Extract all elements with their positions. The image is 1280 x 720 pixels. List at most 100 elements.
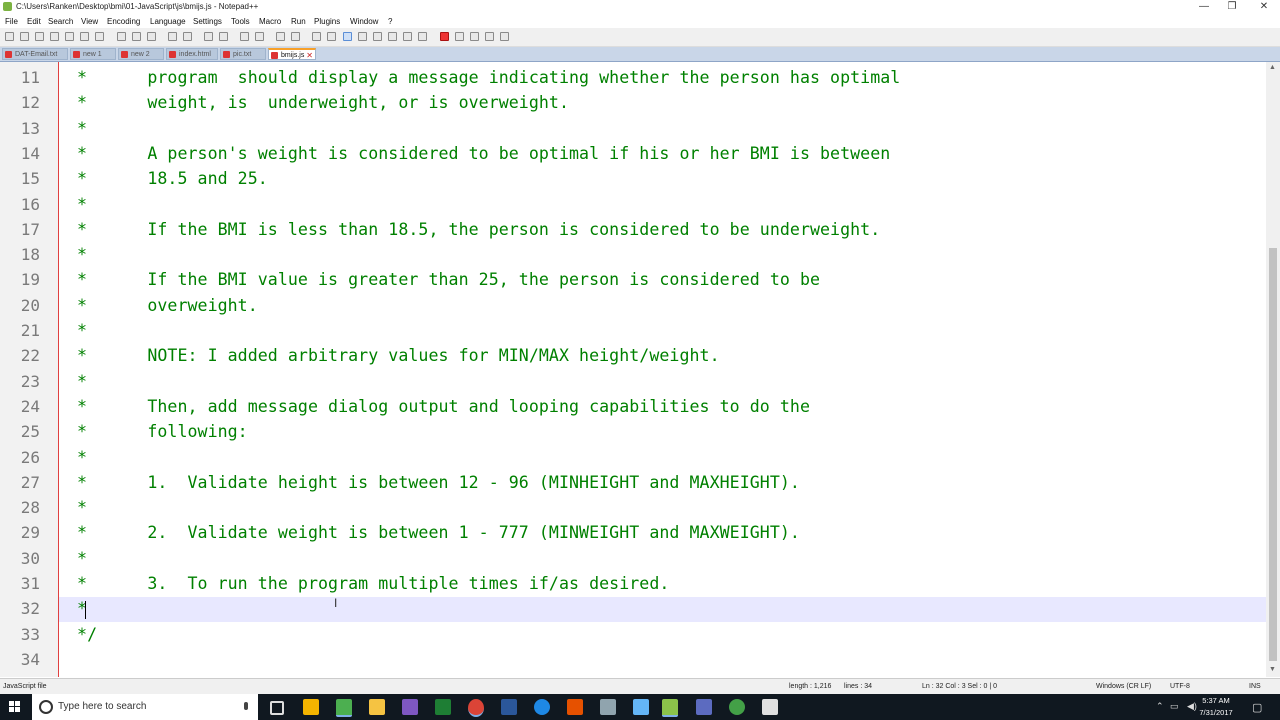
paste-icon[interactable] [147,32,156,41]
vertical-scrollbar[interactable]: ▲ ▼ [1266,62,1280,677]
code-line[interactable]: * weight, is underweight, or is overweig… [67,90,569,115]
menu-settings[interactable]: Settings [193,17,222,26]
code-line[interactable]: * [67,445,87,470]
redo-icon[interactable] [183,32,192,41]
save-macro-icon[interactable] [500,32,509,41]
code-line[interactable]: * 1. Validate height is between 12 - 96 … [67,470,800,495]
window-app-icon[interactable] [762,699,778,715]
code-line[interactable]: * [67,318,87,343]
code-line[interactable]: * Then, add message dialog output and lo… [67,394,810,419]
microphone-icon[interactable] [244,702,248,710]
taskbar-search-box[interactable]: Type here to search [32,694,258,720]
menu-macro[interactable]: Macro [259,17,281,26]
menu-encoding[interactable]: Encoding [107,17,140,26]
tray-chevron-icon[interactable]: ⌃ [1156,701,1164,712]
show-all-chars-icon[interactable] [327,32,336,41]
taskbar-clock[interactable]: 5:37 AM 7/31/2017 [1196,695,1236,719]
chrome-icon[interactable] [468,699,484,717]
code-editor[interactable]: 11 * program should display a message in… [0,62,1280,677]
file-explorer-icon[interactable] [369,699,385,715]
code-line[interactable]: * program should display a message indic… [67,65,900,90]
code-line[interactable]: * [67,192,87,217]
open-file-icon[interactable] [20,32,29,41]
close-tab-icon[interactable]: ✕ [306,50,313,59]
tab-dat-email[interactable]: DAT-Email.txt [2,48,68,60]
close-all-icon[interactable] [80,32,89,41]
menu-view[interactable]: View [81,17,98,26]
edge-icon[interactable] [534,699,550,715]
code-line[interactable]: */ [67,622,97,647]
tab-new-1[interactable]: new 1 [70,48,116,60]
scroll-up-icon[interactable]: ▲ [1269,64,1276,71]
user-language-icon[interactable] [358,32,367,41]
word-wrap-icon[interactable] [312,32,321,41]
code-line[interactable]: * [67,546,87,571]
zoom-in-icon[interactable] [240,32,249,41]
menu-help[interactable]: ? [388,17,392,26]
record-macro-icon[interactable] [440,32,449,41]
menu-plugins[interactable]: Plugins [314,17,340,26]
code-line[interactable]: * [67,116,87,141]
word-icon[interactable] [501,699,517,715]
notepadpp-taskbar-icon[interactable] [662,699,678,717]
menu-run[interactable]: Run [291,17,306,26]
scroll-down-icon[interactable]: ▼ [1269,666,1276,673]
code-line[interactable]: * A person's weight is considered to be … [67,141,890,166]
monitoring-icon[interactable] [418,32,427,41]
doc-map-icon[interactable] [373,32,382,41]
play-macro-icon[interactable] [470,32,479,41]
recorder-icon[interactable] [729,699,745,715]
task-view-icon[interactable] [270,701,284,715]
code-line[interactable]: * 3. To run the program multiple times i… [67,571,669,596]
tab-bmijs-js[interactable]: bmijs.js ✕ [268,48,316,60]
menu-tools[interactable]: Tools [231,17,250,26]
google-drive-icon[interactable] [303,699,319,715]
function-list-icon[interactable] [388,32,397,41]
zoom-out-icon[interactable] [255,32,264,41]
scrollbar-thumb[interactable] [1269,248,1277,661]
menu-file[interactable]: File [5,17,18,26]
menu-language[interactable]: Language [150,17,186,26]
menu-window[interactable]: Window [350,17,378,26]
print-icon[interactable] [95,32,104,41]
tab-pic-txt[interactable]: pic.txt [220,48,266,60]
code-line[interactable]: * following: [67,419,248,444]
new-file-icon[interactable] [5,32,14,41]
sync-horizontal-icon[interactable] [291,32,300,41]
code-line[interactable]: * NOTE: I added arbitrary values for MIN… [67,343,720,368]
tab-index-html[interactable]: index.html [166,48,218,60]
visual-studio-icon[interactable] [402,699,418,715]
cut-icon[interactable] [117,32,126,41]
save-all-icon[interactable] [50,32,59,41]
windows-start-icon[interactable] [9,701,21,713]
tab-new-2[interactable]: new 2 [118,48,164,60]
undo-icon[interactable] [168,32,177,41]
code-line[interactable]: * 18.5 and 25. [67,166,268,191]
save-icon[interactable] [35,32,44,41]
code-line[interactable]: * overweight. [67,293,258,318]
xampp-icon[interactable] [567,699,583,715]
restore-button[interactable]: ❐ [1216,0,1248,14]
code-line[interactable]: * If the BMI is less than 18.5, the pers… [67,217,880,242]
media-app-icon[interactable] [696,699,712,715]
folder-workspace-icon[interactable] [403,32,412,41]
code-line[interactable]: * [67,495,87,520]
menu-edit[interactable]: Edit [27,17,41,26]
indent-guide-icon[interactable] [343,32,352,41]
menu-search[interactable]: Search [48,17,73,26]
replace-icon[interactable] [219,32,228,41]
settings-tool-icon[interactable] [600,699,616,715]
excel-icon[interactable] [435,699,451,715]
camtasia-icon[interactable] [336,699,352,717]
code-line[interactable]: * [67,242,87,267]
sync-vertical-icon[interactable] [276,32,285,41]
stop-macro-icon[interactable] [455,32,464,41]
find-icon[interactable] [204,32,213,41]
notifications-icon[interactable]: ▢ [1252,701,1262,714]
copy-icon[interactable] [132,32,141,41]
network-icon[interactable]: ▭ [1170,701,1179,712]
run-macro-multiple-icon[interactable] [485,32,494,41]
close-button[interactable]: ✕ [1248,0,1280,14]
code-line[interactable]: * If the BMI value is greater than 25, t… [67,267,820,292]
code-line[interactable]: * [67,369,87,394]
